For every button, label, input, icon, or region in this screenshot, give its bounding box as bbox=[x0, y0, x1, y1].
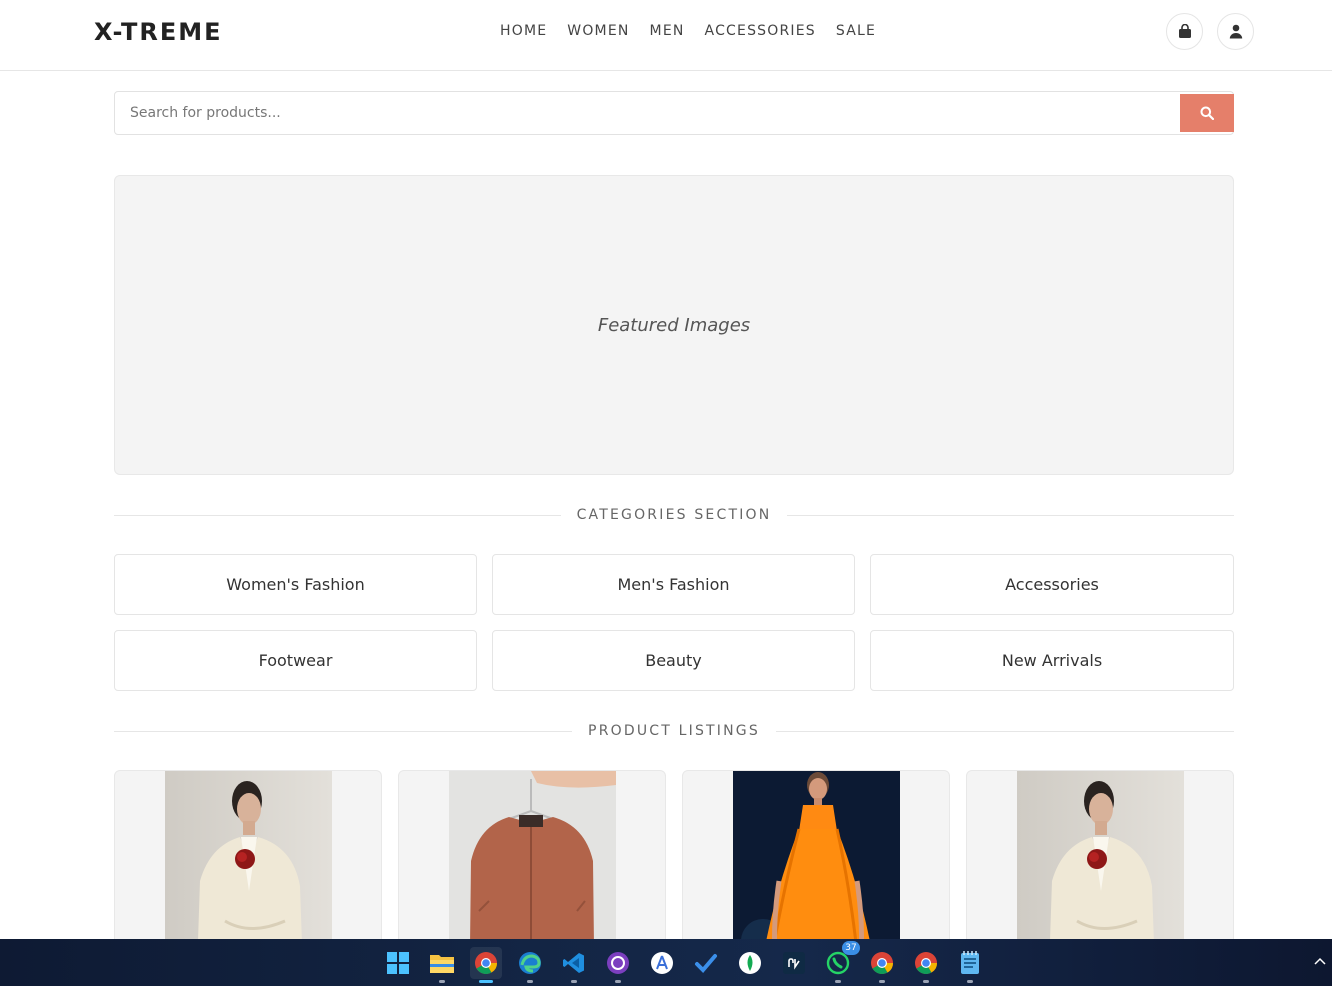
chevron-up-icon[interactable] bbox=[1314, 953, 1326, 969]
search-bar bbox=[114, 91, 1234, 135]
product-image[interactable] bbox=[733, 771, 900, 939]
divider bbox=[114, 514, 561, 516]
product-card[interactable] bbox=[398, 770, 666, 939]
github-desktop-icon[interactable] bbox=[602, 947, 634, 983]
product-image[interactable] bbox=[449, 771, 616, 939]
product-grid bbox=[114, 770, 1234, 939]
divider bbox=[114, 730, 573, 732]
product-image[interactable] bbox=[1017, 771, 1184, 939]
running-indicator bbox=[479, 980, 493, 983]
category-beauty[interactable]: Beauty bbox=[492, 630, 855, 691]
products-title: PRODUCT LISTINGS bbox=[588, 723, 760, 739]
notepad-icon[interactable] bbox=[954, 947, 986, 983]
running-indicator bbox=[967, 980, 973, 983]
category-new-arrivals[interactable]: New Arrivals bbox=[870, 630, 1234, 691]
taskbar-icons: 37 bbox=[382, 941, 986, 983]
featured-label: Featured Images bbox=[597, 314, 751, 336]
categories-heading: CATEGORIES SECTION bbox=[114, 505, 1235, 525]
file-explorer-icon[interactable] bbox=[426, 947, 458, 983]
shopping-bag-icon bbox=[1178, 24, 1191, 38]
category-mens-fashion[interactable]: Men's Fashion bbox=[492, 554, 855, 615]
product-card[interactable] bbox=[966, 770, 1234, 939]
category-footwear[interactable]: Footwear bbox=[114, 630, 477, 691]
running-indicator bbox=[615, 980, 621, 983]
nav-women[interactable]: WOMEN bbox=[567, 23, 629, 39]
running-indicator bbox=[835, 980, 841, 983]
category-accessories[interactable]: Accessories bbox=[870, 554, 1234, 615]
products-heading: PRODUCT LISTINGS bbox=[114, 721, 1234, 741]
postman-icon[interactable] bbox=[778, 947, 810, 979]
categories-grid: Women's Fashion Men's Fashion Accessorie… bbox=[114, 554, 1234, 691]
web-page: X-TREME HOME WOMEN MEN ACCESSORIES SALE bbox=[0, 0, 1332, 939]
divider bbox=[787, 514, 1235, 516]
account-button[interactable] bbox=[1217, 13, 1254, 50]
site-logo[interactable]: X-TREME bbox=[94, 18, 223, 46]
windows-taskbar: 37 bbox=[0, 939, 1332, 986]
running-indicator bbox=[527, 980, 533, 983]
todo-icon[interactable] bbox=[690, 947, 722, 979]
nav-men[interactable]: MEN bbox=[650, 23, 685, 39]
nav-accessories[interactable]: ACCESSORIES bbox=[705, 23, 816, 39]
notification-badge: 37 bbox=[842, 941, 860, 955]
user-icon bbox=[1229, 24, 1242, 39]
vscode-icon[interactable] bbox=[558, 947, 590, 983]
running-indicator bbox=[439, 980, 445, 983]
chrome-icon[interactable] bbox=[470, 947, 502, 983]
mongodb-compass-icon[interactable] bbox=[734, 947, 766, 979]
divider bbox=[775, 730, 1234, 732]
android-studio-icon[interactable] bbox=[646, 947, 678, 979]
product-card[interactable] bbox=[682, 770, 950, 939]
product-image[interactable] bbox=[165, 771, 332, 939]
search-input[interactable] bbox=[116, 93, 1178, 133]
edge-icon[interactable] bbox=[514, 947, 546, 983]
search-icon bbox=[1200, 106, 1214, 120]
site-header: X-TREME HOME WOMEN MEN ACCESSORIES SALE bbox=[0, 0, 1332, 71]
category-womens-fashion[interactable]: Women's Fashion bbox=[114, 554, 477, 615]
nav-home[interactable]: HOME bbox=[500, 23, 547, 39]
search-button[interactable] bbox=[1180, 94, 1234, 132]
featured-images-banner[interactable]: Featured Images bbox=[114, 175, 1234, 475]
product-card[interactable] bbox=[114, 770, 382, 939]
running-indicator bbox=[879, 980, 885, 983]
chrome-profile-2-icon[interactable] bbox=[910, 947, 942, 983]
running-indicator bbox=[923, 980, 929, 983]
windows-start-icon[interactable] bbox=[382, 947, 414, 979]
running-indicator bbox=[571, 980, 577, 983]
chrome-profile-icon[interactable] bbox=[866, 947, 898, 983]
whatsapp-icon[interactable]: 37 bbox=[822, 941, 860, 983]
cart-button[interactable] bbox=[1166, 13, 1203, 50]
nav-sale[interactable]: SALE bbox=[836, 23, 876, 39]
categories-title: CATEGORIES SECTION bbox=[576, 507, 772, 523]
main-nav: HOME WOMEN MEN ACCESSORIES SALE bbox=[500, 23, 876, 39]
